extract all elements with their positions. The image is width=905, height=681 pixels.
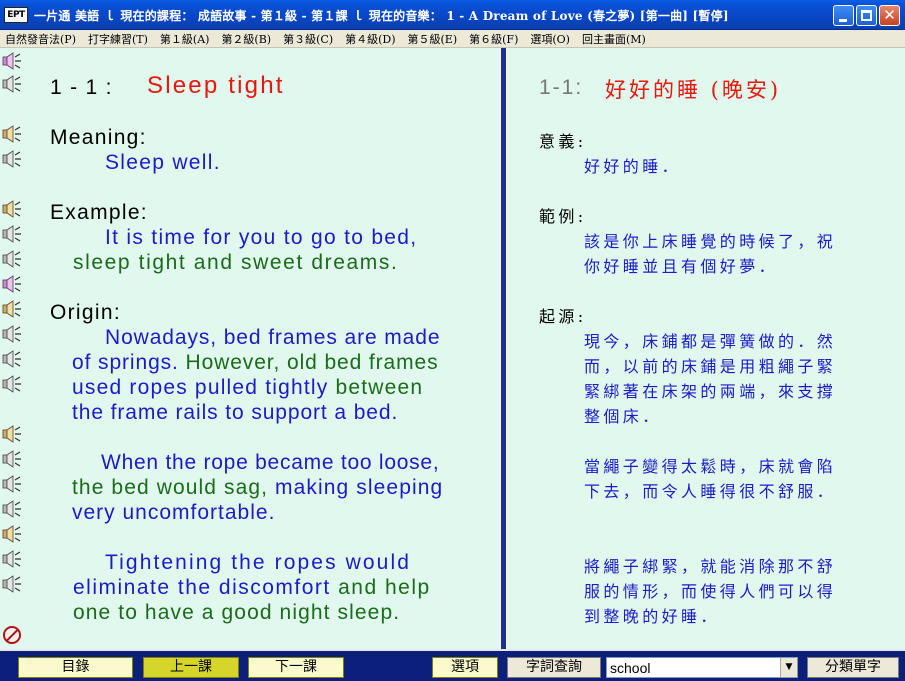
content-area: 1 - 1 : Sleep tight Meaning: Sleep well.… xyxy=(0,48,905,649)
origin-line: Tightening the ropes would xyxy=(105,551,411,574)
menu-typing[interactable]: 打字練習(T) xyxy=(88,31,148,47)
lesson-title: Sleep tight xyxy=(147,72,285,99)
speaker-icon[interactable] xyxy=(2,125,22,143)
speaker-icon[interactable] xyxy=(2,450,22,468)
close-button[interactable]: ✕ xyxy=(879,5,900,26)
bottom-toolbar: 目錄 上一課 下一課 選項 字詞查詢 school ▼ 分類單字 xyxy=(0,649,905,681)
origin-line: used ropes pulled tightly between xyxy=(72,376,424,399)
chinese-pane: 1-1: 好好的睡 (晚安) 意義: 好好的睡． 範例: 該是你上床睡覺的時候了… xyxy=(508,48,905,649)
origin-line-zh: 而，以前的床鋪是用粗繩子緊 xyxy=(584,357,837,376)
meaning-label-zh: 意義: xyxy=(539,132,587,151)
meaning-label: Meaning: xyxy=(50,126,147,149)
speaker-icon[interactable] xyxy=(2,225,22,243)
word-search-combobox[interactable]: school ▼ xyxy=(606,657,798,678)
lesson-title-zh: 好好的睡 (晚安) xyxy=(605,78,782,102)
menu-level-6[interactable]: 第６級(F) xyxy=(469,31,518,47)
origin-label-zh: 起源: xyxy=(539,307,587,326)
example-label-zh: 範例: xyxy=(539,207,587,226)
menu-level-2[interactable]: 第２級(B) xyxy=(221,31,271,47)
previous-lesson-button[interactable]: 上一課 xyxy=(143,657,239,678)
menu-options[interactable]: 選項(O) xyxy=(530,31,570,47)
meaning-text: Sleep well. xyxy=(105,151,221,174)
minimize-icon xyxy=(839,19,847,22)
meaning-text-zh: 好好的睡． xyxy=(584,157,682,176)
origin-line-zh: 到整晚的好睡． xyxy=(584,607,720,626)
menu-level-4[interactable]: 第４級(D) xyxy=(345,31,395,47)
speaker-icon[interactable] xyxy=(2,52,22,70)
origin-line-zh: 整個床． xyxy=(584,407,662,426)
origin-line-zh: 服的情形，而使得人們可以得 xyxy=(584,582,837,601)
origin-line: one to have a good night sleep. xyxy=(73,601,401,624)
close-icon: ✕ xyxy=(883,6,896,24)
speaker-icon[interactable] xyxy=(2,525,22,543)
speaker-icon[interactable] xyxy=(2,275,22,293)
title-bar: EPT 一片通 美語 ｌ 現在的課程： 成語故事 - 第１級 - 第１課 ｌ 現… xyxy=(0,0,905,30)
speaker-icon[interactable] xyxy=(2,575,22,593)
origin-line-zh: 現今，床鋪都是彈簧做的．然 xyxy=(584,332,837,351)
contents-button[interactable]: 目錄 xyxy=(18,657,133,678)
speaker-icon[interactable] xyxy=(2,75,22,93)
origin-line-zh: 將繩子綁緊，就能消除那不舒 xyxy=(584,557,837,576)
next-lesson-button[interactable]: 下一課 xyxy=(248,657,344,678)
speaker-icon[interactable] xyxy=(2,350,22,368)
origin-label: Origin: xyxy=(50,301,121,324)
menu-main-screen[interactable]: 回主畫面(M) xyxy=(582,31,646,47)
word-search-value[interactable]: school xyxy=(610,660,650,676)
app-icon: EPT xyxy=(4,7,28,23)
origin-line: the bed would sag, making sleeping xyxy=(72,476,444,499)
origin-line: When the rope became too loose, xyxy=(101,451,440,474)
minimize-button[interactable] xyxy=(833,5,854,26)
lesson-number-zh: 1-1: xyxy=(539,76,584,99)
speaker-icon[interactable] xyxy=(2,200,22,218)
origin-line-zh: 下去，而令人睡得很不舒服． xyxy=(584,482,837,501)
speaker-icon[interactable] xyxy=(2,475,22,493)
speaker-icon[interactable] xyxy=(2,500,22,518)
speaker-icon[interactable] xyxy=(2,250,22,268)
speaker-icon[interactable] xyxy=(2,150,22,168)
menu-level-3[interactable]: 第３級(C) xyxy=(283,31,333,47)
origin-line: eliminate the discomfort and help xyxy=(73,576,431,599)
speaker-icon[interactable] xyxy=(2,300,22,318)
speaker-icon[interactable] xyxy=(2,325,22,343)
menu-phonics[interactable]: 自然發音法(P) xyxy=(5,31,76,47)
example-line-zh: 你好睡並且有個好夢． xyxy=(584,257,779,276)
example-line-zh: 該是你上床睡覺的時候了，祝 xyxy=(584,232,837,251)
example-label: Example: xyxy=(50,201,148,224)
maximize-icon xyxy=(861,10,872,21)
category-words-button[interactable]: 分類單字 xyxy=(807,657,899,678)
origin-line: the frame rails to support a bed. xyxy=(72,401,399,424)
dropdown-arrow-icon[interactable]: ▼ xyxy=(780,658,797,677)
menu-level-5[interactable]: 第５級(E) xyxy=(408,31,458,47)
origin-line: Nowadays, bed frames are made xyxy=(105,326,441,349)
options-button[interactable]: 選項 xyxy=(432,657,498,678)
example-line-1: It is time for you to go to bed, xyxy=(105,226,418,249)
origin-line-zh: 當繩子變得太鬆時，床就會陷 xyxy=(584,457,837,476)
speaker-icon[interactable] xyxy=(2,425,22,443)
maximize-button[interactable] xyxy=(856,5,877,26)
origin-line: very uncomfortable. xyxy=(72,501,276,524)
dictionary-lookup-button[interactable]: 字詞查詢 xyxy=(507,657,601,678)
origin-line: of springs. However, old bed frames xyxy=(72,351,439,374)
menu-bar: 自然發音法(P) 打字練習(T) 第１級(A) 第２級(B) 第３級(C) 第４… xyxy=(0,30,905,48)
origin-line-zh: 緊綁著在床架的兩端，來支撐 xyxy=(584,382,837,401)
pane-divider[interactable] xyxy=(499,48,508,649)
stop-icon[interactable] xyxy=(3,626,21,644)
lesson-number: 1 - 1 : xyxy=(50,76,113,99)
speaker-icon[interactable] xyxy=(2,375,22,393)
example-line-2: sleep tight and sweet dreams. xyxy=(73,251,399,274)
window-title: 一片通 美語 ｌ 現在的課程： 成語故事 - 第１級 - 第１課 ｌ 現在的音樂… xyxy=(34,9,729,23)
menu-level-1[interactable]: 第１級(A) xyxy=(160,31,210,47)
speaker-icon[interactable] xyxy=(2,550,22,568)
english-pane: 1 - 1 : Sleep tight Meaning: Sleep well.… xyxy=(0,48,499,649)
